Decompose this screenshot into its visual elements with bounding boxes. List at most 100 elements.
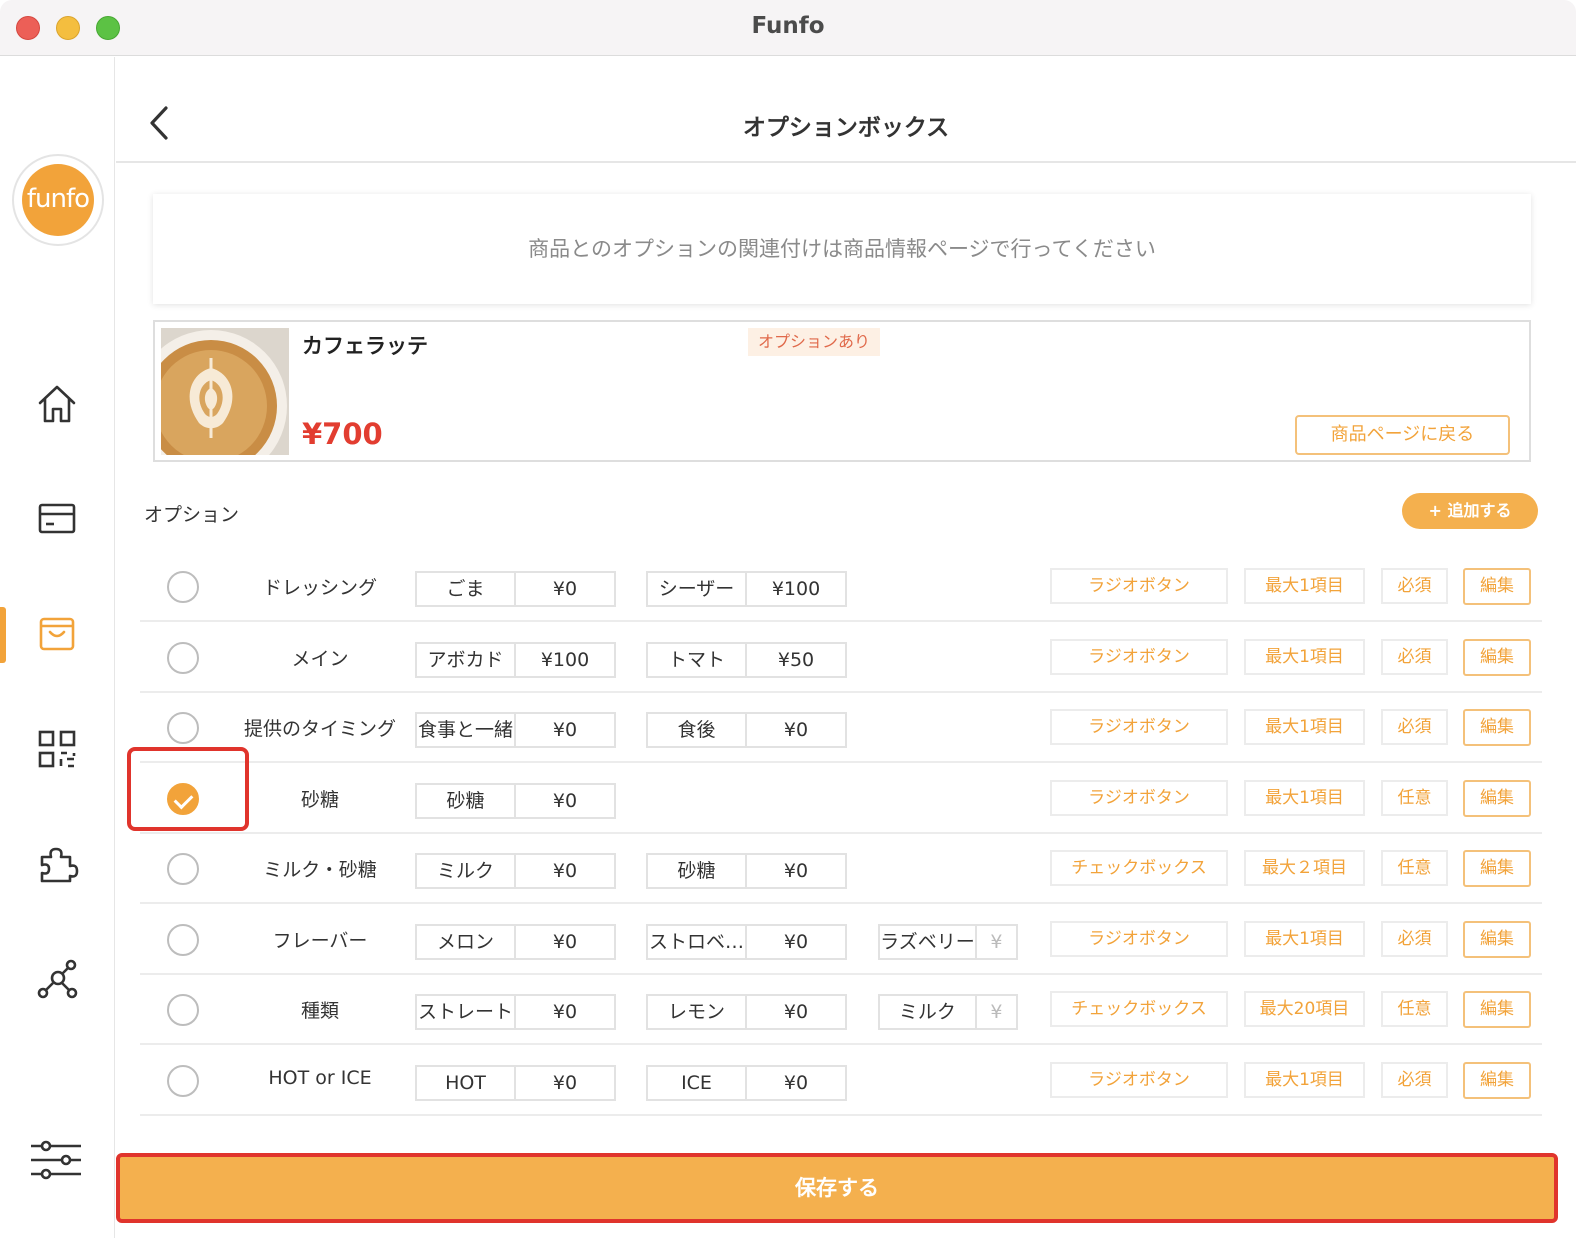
edit-option-button[interactable]: 編集	[1463, 850, 1531, 887]
option-row: HOT or ICE HOT ¥0 ICE ¥0 ラジオボタン 最大1項目 必須 編集	[140, 1045, 1542, 1116]
required-tag: 必須	[1381, 709, 1448, 745]
option-choice: ラズベリー ¥	[878, 924, 1018, 960]
max-items-tag: 最大20項目	[1244, 991, 1365, 1027]
choice-name: ラズベリー	[880, 926, 977, 958]
choice-price: ¥	[990, 931, 1003, 953]
selection-type-tag: ラジオボタン	[1050, 921, 1228, 957]
title-bar: Funfo	[0, 0, 1576, 56]
choice-name: アボカド	[417, 644, 516, 676]
sliders-icon[interactable]	[28, 1137, 84, 1183]
back-to-product-button[interactable]: 商品ページに戻る	[1295, 415, 1510, 455]
max-items-tag: 最大1項目	[1244, 639, 1365, 675]
option-select-checkbox[interactable]	[167, 853, 199, 885]
max-items-tag: 最大1項目	[1244, 709, 1365, 745]
selection-type-tag: ラジオボタン	[1050, 568, 1228, 604]
choice-price: ¥0	[552, 860, 578, 882]
option-choice: 食後 ¥0	[646, 712, 847, 748]
choice-price: ¥0	[783, 860, 809, 882]
option-row: 種類 ストレート ¥0 レモン ¥0 ミルク ¥ チェックボックス 最大20項目 任意 編集	[140, 974, 1542, 1045]
choice-price: ¥	[990, 1001, 1003, 1023]
window-title: Funfo	[751, 13, 825, 39]
home-icon[interactable]	[34, 381, 80, 427]
choice-name: 砂糖	[648, 855, 747, 887]
selection-type-tag: ラジオボタン	[1050, 709, 1228, 745]
selection-type-tag: チェックボックス	[1050, 991, 1228, 1027]
option-choice: アボカド ¥100	[415, 642, 616, 678]
page-title: オプションボックス	[742, 115, 950, 141]
options-heading: オプション	[144, 504, 240, 526]
funfo-logo: funfo	[22, 164, 94, 236]
option-row: ドレッシング ごま ¥0 シーザー ¥100 ラジオボタン 最大1項目 必須 編集	[140, 551, 1542, 622]
option-name: 提供のタイミング	[243, 718, 396, 740]
save-button[interactable]: 保存する	[116, 1153, 1558, 1223]
shopping-bag-icon[interactable]	[34, 611, 80, 657]
product-price: ¥700	[302, 417, 383, 451]
qr-code-icon[interactable]	[34, 726, 80, 772]
app-window: Funfo funfo オプションボックス 商品とのオプションの関連付けは商品情…	[0, 0, 1576, 1238]
notice-banner: 商品とのオプションの関連付けは商品情報ページで行ってください	[153, 194, 1531, 304]
choice-name: ごま	[417, 573, 516, 605]
choice-price: ¥0	[783, 719, 809, 741]
required-tag: 必須	[1381, 639, 1448, 675]
edit-option-button[interactable]: 編集	[1463, 921, 1531, 958]
option-row: メイン アボカド ¥100 トマト ¥50 ラジオボタン 最大1項目 必須 編集	[140, 622, 1542, 693]
edit-option-button[interactable]: 編集	[1463, 639, 1531, 676]
option-name: 種類	[300, 1000, 339, 1022]
option-select-checkbox[interactable]	[167, 642, 199, 674]
choice-price: ¥100	[540, 649, 590, 671]
max-items-tag: 最大1項目	[1244, 921, 1365, 957]
page-header: オプションボックス	[116, 57, 1576, 163]
choice-name: 砂糖	[417, 785, 516, 817]
option-select-checkbox[interactable]	[167, 924, 199, 956]
main-content: オプションボックス 商品とのオプションの関連付けは商品情報ページで行ってください…	[116, 57, 1576, 1238]
choice-price: ¥0	[552, 1001, 578, 1023]
edit-option-button[interactable]: 編集	[1463, 1062, 1531, 1099]
active-nav-indicator	[0, 607, 6, 663]
choice-name: レモン	[648, 996, 747, 1028]
choice-price: ¥0	[552, 719, 578, 741]
option-name: フレーバー	[272, 930, 368, 952]
add-option-button[interactable]: + 追加する	[1402, 493, 1538, 529]
edit-option-button[interactable]: 編集	[1463, 780, 1531, 817]
choice-price: ¥50	[777, 649, 815, 671]
max-items-tag: 最大1項目	[1244, 780, 1365, 816]
choice-price: ¥0	[552, 1072, 578, 1094]
edit-option-button[interactable]: 編集	[1463, 991, 1531, 1028]
choice-name: ストロベ…	[648, 926, 747, 958]
option-choice: メロン ¥0	[415, 924, 616, 960]
edit-option-button[interactable]: 編集	[1463, 709, 1531, 746]
choice-price: ¥0	[783, 1072, 809, 1094]
puzzle-icon[interactable]	[34, 841, 80, 887]
option-select-checkbox[interactable]	[167, 1065, 199, 1097]
choice-name: ICE	[648, 1067, 747, 1099]
edit-option-button[interactable]: 編集	[1463, 568, 1531, 605]
max-items-tag: 最大1項目	[1244, 1062, 1365, 1098]
option-row: ミルク・砂糖 ミルク ¥0 砂糖 ¥0 チェックボックス 最大２項目 任意 編集	[140, 833, 1542, 904]
choice-price: ¥0	[783, 931, 809, 953]
option-choice: 砂糖 ¥0	[415, 783, 616, 819]
required-tag: 必須	[1381, 921, 1448, 957]
required-tag: 任意	[1381, 780, 1448, 816]
network-icon[interactable]	[34, 956, 80, 1002]
option-choice: ミルク ¥	[878, 994, 1018, 1030]
option-name: HOT or ICE	[268, 1067, 372, 1089]
choice-name: 食事と一緒	[417, 714, 516, 746]
option-choice: 食事と一緒 ¥0	[415, 712, 616, 748]
choice-name: トマト	[648, 644, 747, 676]
option-choice: ストレート ¥0	[415, 994, 616, 1030]
card-icon[interactable]	[34, 496, 80, 542]
option-choice: レモン ¥0	[646, 994, 847, 1030]
selection-type-tag: ラジオボタン	[1050, 639, 1228, 675]
option-row: 提供のタイミング 食事と一緒 ¥0 食後 ¥0 ラジオボタン 最大1項目 必須 編集	[140, 692, 1542, 763]
checkbox-highlight-annotation	[127, 747, 249, 831]
option-choice: HOT ¥0	[415, 1065, 616, 1101]
option-select-checkbox[interactable]	[167, 994, 199, 1026]
choice-price: ¥0	[552, 931, 578, 953]
choice-price: ¥0	[552, 578, 578, 600]
product-name: カフェラッテ	[302, 334, 428, 358]
choice-name: 食後	[648, 714, 747, 746]
product-image	[161, 328, 289, 455]
option-select-checkbox[interactable]	[167, 712, 199, 744]
max-items-tag: 最大２項目	[1244, 850, 1365, 886]
option-select-checkbox[interactable]	[167, 571, 199, 603]
